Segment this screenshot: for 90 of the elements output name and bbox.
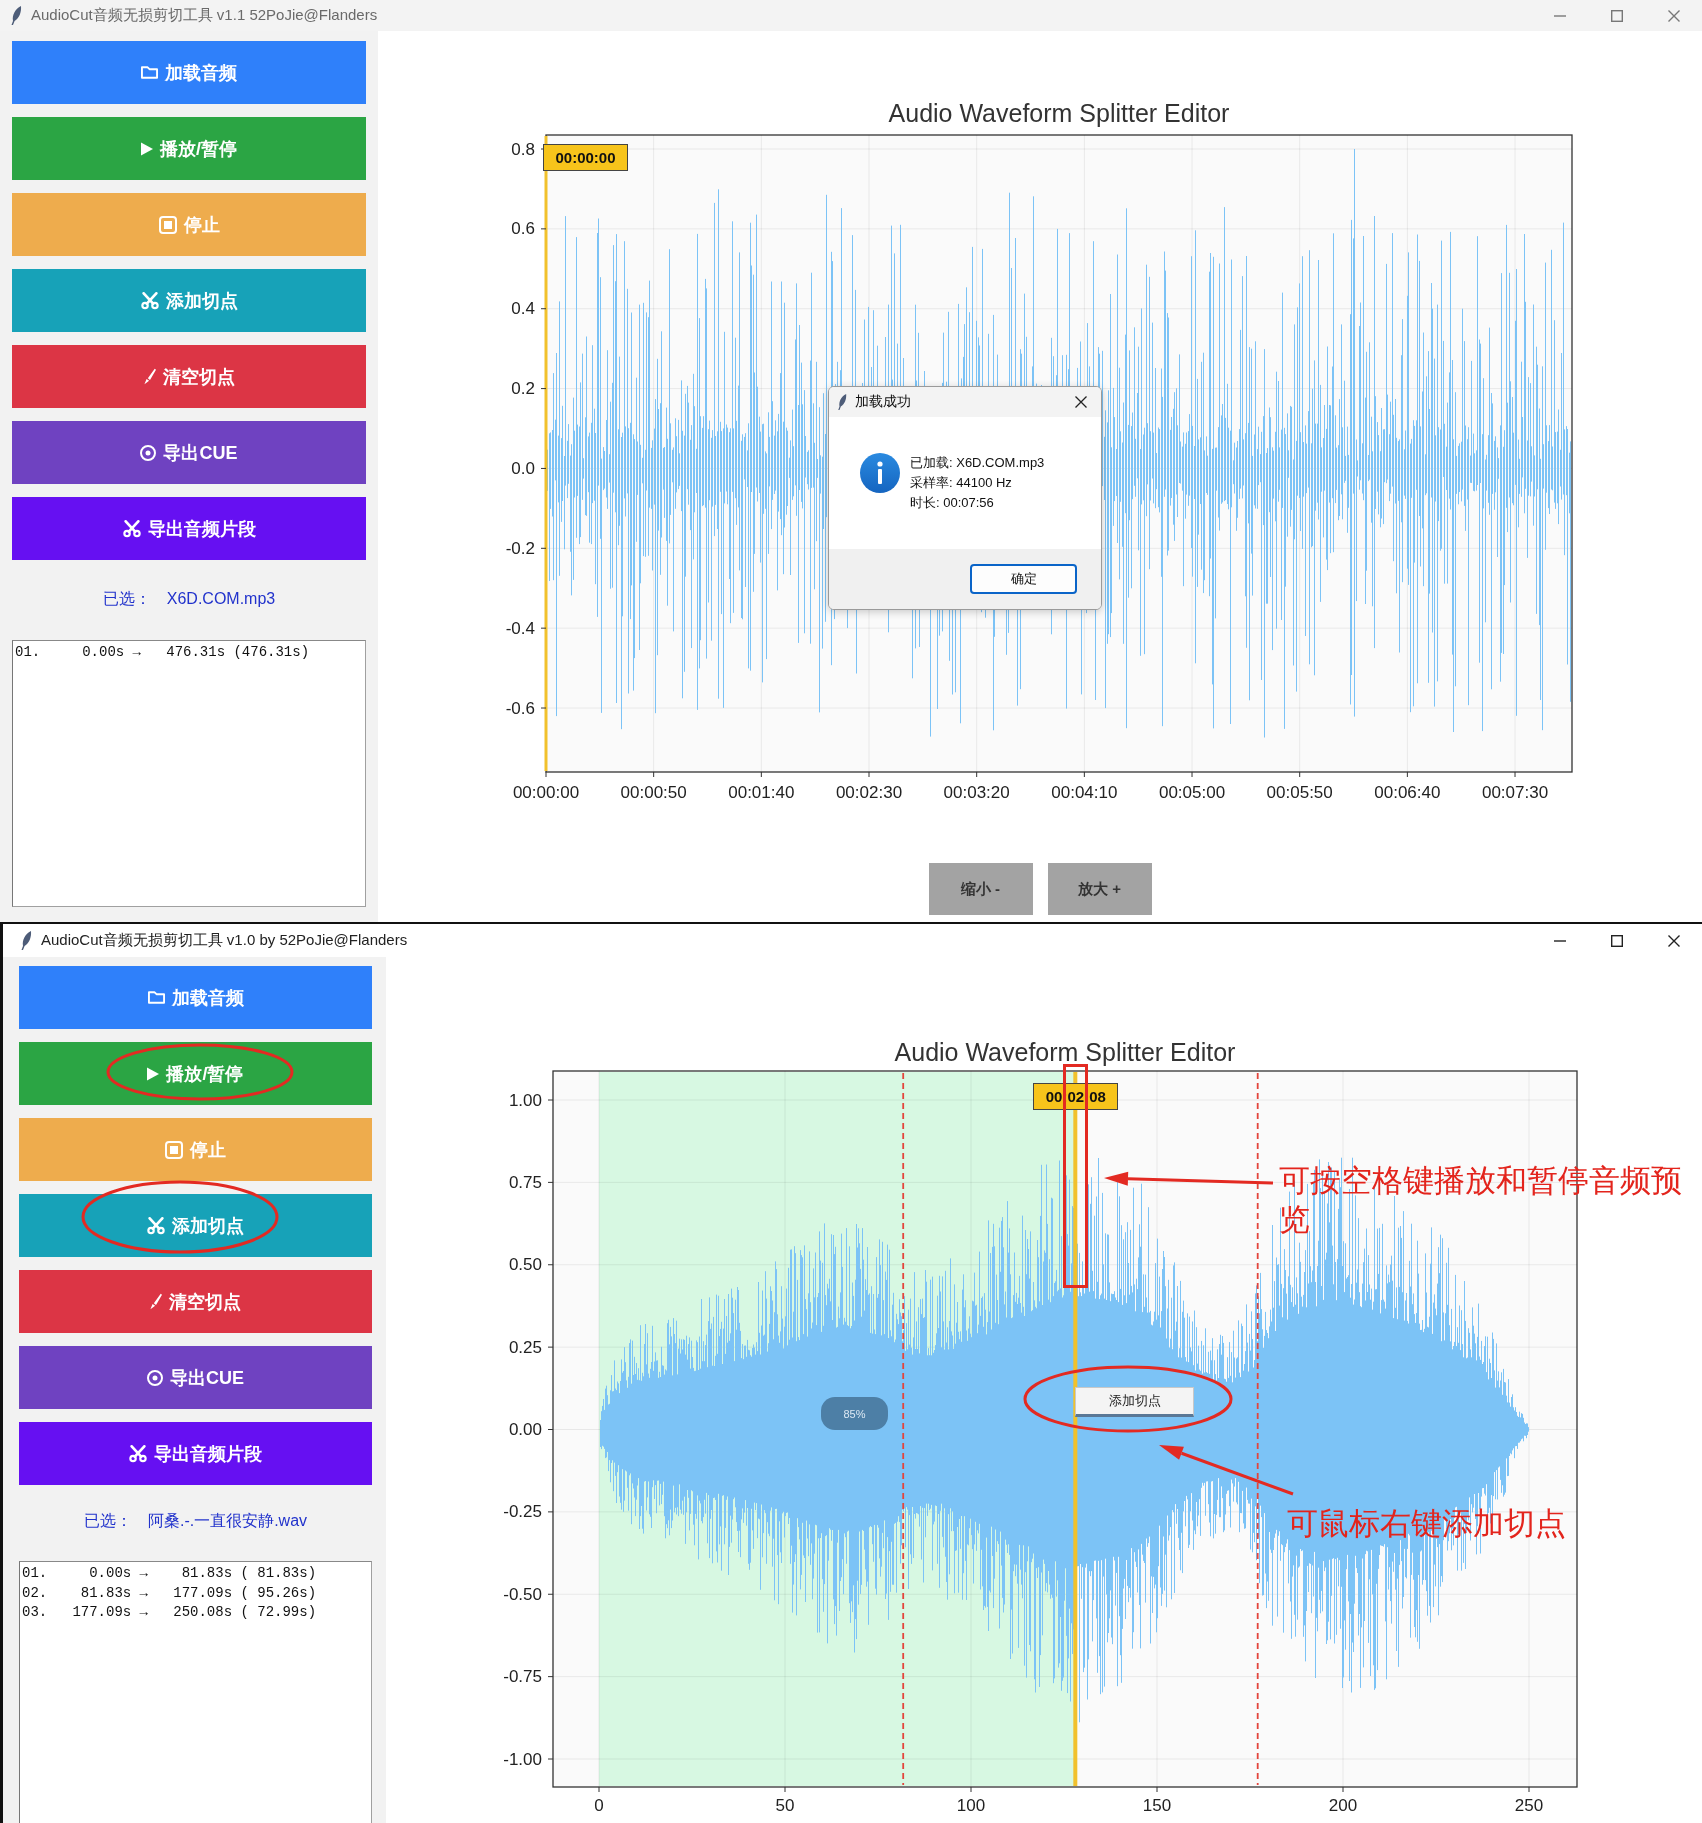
dialog-message: 时长: 00:07:56	[910, 494, 995, 512]
chart-title: Audio Waveform Splitter Editor	[894, 1038, 1236, 1066]
play-icon	[141, 141, 153, 156]
x-tick-label: 00:04:10	[1051, 782, 1118, 802]
playhead-time-label: 00:00:00	[543, 144, 628, 171]
segment-list[interactable]: 01. 0.00s → 81.83s ( 81.83s) 02. 81.83s → 177.09s ( 95.26s) 03. 177.09s → 250.08s ( 72.99s)	[19, 1561, 372, 1823]
y-tick-label: 1.00	[508, 1090, 542, 1110]
y-tick-label: -0.75	[503, 1667, 542, 1687]
y-tick-label: 0.0	[511, 458, 535, 478]
segment-list[interactable]: 01. 0.00s → 476.31s (476.31s)	[12, 640, 366, 907]
x-tick-label: 00:00:00	[512, 782, 580, 802]
x-tick-label: 00:03:20	[943, 782, 1010, 802]
feather-icon	[20, 931, 32, 950]
export-clips-button[interactable]: 导出音频片段	[12, 497, 366, 560]
zoom-out-button[interactable]: 缩小 -	[928, 863, 1033, 915]
play-icon	[147, 1066, 160, 1081]
close-icon	[1075, 396, 1087, 408]
x-tick-label: 00:05:00	[1158, 782, 1226, 802]
clear-cut-points-button[interactable]: 清空切点	[12, 345, 366, 408]
y-tick-label: 0.75	[508, 1172, 542, 1192]
y-tick-label: 0.4	[511, 299, 535, 319]
y-tick-label: 0.6	[511, 219, 535, 239]
folder-icon	[147, 991, 165, 1004]
x-tick-label: 0	[594, 1795, 604, 1815]
context-menu-item[interactable]: 添加切点	[1075, 1387, 1194, 1417]
scissors-icon	[140, 291, 159, 310]
clear-cut-points-button[interactable]: 清空切点	[19, 1270, 372, 1333]
scissors-icon	[129, 1444, 147, 1463]
maximize-icon	[1610, 934, 1623, 947]
x-tick-label: 00:01:40	[728, 782, 795, 802]
folder-icon	[141, 66, 158, 79]
zoom-in-button[interactable]: 放大 +	[1047, 863, 1152, 915]
cut-line[interactable]	[1256, 1073, 1259, 1785]
scissors-icon	[122, 519, 141, 538]
x-tick-label: 150	[1142, 1795, 1172, 1815]
y-tick-label: 0.00	[508, 1420, 542, 1439]
window-title: AudioCut音频无损剪切工具 v1.0 by 52PoJie@Flanders	[41, 931, 408, 950]
y-tick-label: 0.25	[508, 1337, 542, 1357]
x-tick-label: 00:00:50	[620, 782, 687, 802]
segment-row[interactable]: 03. 177.09s → 250.08s ( 72.99s)	[22, 1603, 369, 1623]
y-tick-label: -0.6	[505, 698, 535, 718]
selected-file-name: 阿桑.-.一直很安静.wav	[147, 1511, 308, 1531]
window-title: AudioCut音频无损剪切工具 v1.1 52PoJie@Flanders	[31, 6, 378, 25]
maximize-icon	[1610, 9, 1623, 22]
load-audio-button[interactable]: 加载音频	[12, 41, 366, 104]
y-tick-label: -0.25	[503, 1502, 542, 1522]
feather-icon	[10, 6, 22, 25]
selected-label: 已选：	[83, 1511, 132, 1531]
stop-icon	[165, 1140, 183, 1159]
ok-button[interactable]: 确定	[970, 564, 1077, 594]
segment-row[interactable]: 01. 0.00s → 81.83s ( 81.83s)	[22, 1564, 369, 1584]
cut-line[interactable]	[902, 1073, 905, 1785]
segment-row[interactable]: 02. 81.83s → 177.09s ( 95.26s)	[22, 1583, 369, 1603]
x-tick-label: 250	[1514, 1795, 1544, 1815]
y-tick-label: -0.50	[503, 1584, 542, 1604]
x-tick-label: 00:02:30	[835, 782, 903, 802]
stop-icon	[158, 215, 177, 234]
y-tick-label: -0.4	[505, 618, 535, 638]
y-tick-label: -1.00	[503, 1749, 542, 1769]
scissors-icon	[147, 1216, 165, 1235]
y-tick-label: 0.2	[511, 379, 535, 399]
y-tick-label: 0.8	[511, 139, 535, 159]
x-tick-label: 50	[775, 1795, 795, 1815]
export-cue-button[interactable]: 导出CUE	[19, 1346, 372, 1409]
x-tick-label: 00:06:40	[1374, 782, 1441, 802]
disc-icon	[140, 444, 157, 461]
export-cue-button[interactable]: 导出CUE	[12, 421, 366, 484]
close-icon	[1667, 934, 1680, 947]
brush-icon	[150, 1293, 162, 1310]
feather-icon	[837, 394, 847, 410]
x-tick-label: 00:05:50	[1266, 782, 1333, 802]
export-clips-button[interactable]: 导出音频片段	[19, 1422, 372, 1485]
close-icon	[1667, 9, 1680, 22]
x-tick-label: 200	[1328, 1795, 1358, 1815]
selected-file-name: X6D.COM.mp3	[166, 589, 276, 609]
x-tick-label: 100	[956, 1795, 986, 1815]
brush-icon	[143, 368, 156, 385]
info-icon	[860, 453, 900, 493]
y-tick-label: -0.2	[505, 538, 535, 558]
chart-title: Audio Waveform Splitter Editor	[888, 99, 1230, 127]
x-tick-label: 00:07:30	[1481, 782, 1549, 802]
y-tick-label: 0.50	[508, 1255, 542, 1275]
disc-icon	[147, 1369, 163, 1386]
segment-row[interactable]: 01. 0.00s → 476.31s (476.31s)	[15, 643, 363, 663]
percent-badge: 85%	[821, 1397, 888, 1430]
dialog-message: 采样率: 44100 Hz	[910, 474, 1013, 492]
load-audio-button[interactable]: 加载音频	[19, 966, 372, 1029]
dialog-title: 加载成功	[855, 393, 911, 411]
dialog-message: 已加载: X6D.COM.mp3	[910, 454, 1045, 472]
selected-label: 已选：	[102, 589, 151, 609]
